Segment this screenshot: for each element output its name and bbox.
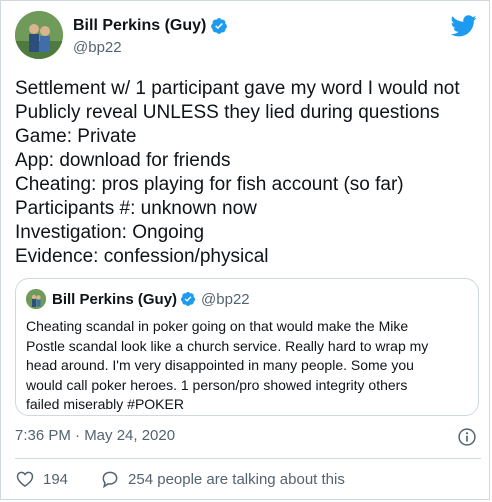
quoted-author-handle: @bp22 (201, 290, 250, 308)
quoted-tweet[interactable]: Bill Perkins (Guy) @bp22 Cheating scanda… (15, 278, 479, 416)
tweet-line: Investigation: Ongoing (15, 222, 205, 243)
like-count[interactable]: 194 (43, 471, 68, 488)
avatar-photo (26, 289, 46, 309)
tweet-line: Game: Private (15, 126, 137, 147)
tweet-actions: 194 254 people are talking about this (15, 467, 345, 491)
reply-bubble-icon[interactable] (100, 469, 120, 489)
quoted-line: Cheating scandal in poker going on that … (26, 318, 409, 334)
quoted-line: would call poker heroes. 1 person/pro sh… (26, 376, 408, 393)
verified-badge-icon (181, 292, 196, 306)
avatar-photo (15, 11, 63, 59)
quoted-tweet-body: Cheating scandal in poker going on that … (26, 317, 472, 415)
info-icon[interactable] (457, 427, 477, 447)
quoted-line: failed miserably #POKER (26, 396, 184, 412)
avatar[interactable] (15, 11, 63, 59)
tweet-header: Bill Perkins (Guy) @bp22 (15, 11, 481, 63)
heart-icon[interactable] (15, 469, 35, 489)
quoted-line: head around. I'm very disappointed in ma… (26, 357, 414, 373)
tweet-line: Evidence: confession/physical (15, 246, 269, 267)
twitter-bird-icon[interactable] (451, 15, 477, 37)
quoted-tweet-header: Bill Perkins (Guy) @bp22 (26, 289, 250, 309)
tweet-line: Settlement w/ 1 participant gave my word… (15, 78, 460, 99)
divider (15, 458, 481, 459)
tweet-line: App: download for friends (15, 150, 231, 171)
verified-badge-icon (211, 18, 228, 34)
quoted-author-name: Bill Perkins (Guy) (52, 290, 178, 308)
talking-count[interactable]: 254 people are talking about this (128, 471, 345, 488)
author-name[interactable]: Bill Perkins (Guy) (73, 17, 206, 35)
tweet-card: Bill Perkins (Guy) @bp22 Settlement w/ 1… (0, 0, 490, 500)
author-handle[interactable]: @bp22 (73, 39, 122, 56)
tweet-line: Participants #: unknown now (15, 198, 257, 219)
quoted-avatar (26, 289, 46, 309)
quoted-line: Postle scandal look like a church servic… (26, 337, 429, 354)
tweet-body: Settlement w/ 1 participant gave my word… (15, 77, 485, 269)
tweet-timestamp[interactable]: 7:36 PM · May 24, 2020 (15, 427, 175, 444)
tweet-line: Cheating: pros playing for fish account … (15, 174, 404, 195)
tweet-line: Publicly reveal UNLESS they lied during … (15, 102, 440, 123)
